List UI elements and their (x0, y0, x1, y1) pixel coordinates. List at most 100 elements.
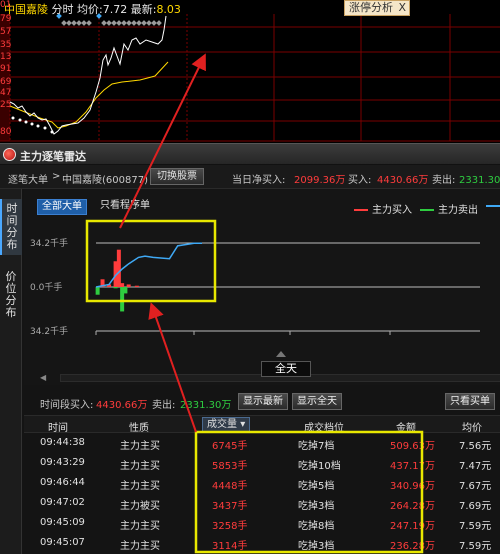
period-sell-value: 2331.30万 (180, 400, 232, 411)
switch-stock-button[interactable]: 切换股票 (150, 168, 204, 185)
col-avg-price[interactable]: 均价 (462, 419, 482, 434)
cell-avg: 7.59元 (459, 541, 492, 552)
period-stats: 时间段买入: 4430.66万 卖出: 2331.30万 显示最新 显示全天 只… (24, 393, 500, 413)
cell-level: 吃掉8档 (298, 521, 335, 532)
table-row[interactable]: 09:47:02 主力被买 3437手 吃掉3档 264.28万 7.69元 (24, 493, 500, 513)
table-row[interactable]: 09:45:07 主力主买 3114手 吃掉3档 236.28万 7.59元 (24, 533, 500, 553)
cell-level: 吃掉3档 (298, 501, 335, 512)
radar-window: 主力逐笔雷达 逐笔大单 > 中国嘉陵(600877) 切换股票 当日净买入: 2… (0, 143, 500, 554)
cell-volume: 5853手 (212, 461, 248, 472)
period-buy-label: 时间段买入: (40, 400, 94, 411)
sort-down-icon: ▾ (240, 419, 246, 430)
y-tick-label: 0.0千手 (30, 281, 62, 293)
cell-volume: 3114手 (212, 541, 248, 552)
cell-time: 09:47:02 (40, 497, 85, 508)
show-latest-button[interactable]: 显示最新 (238, 393, 288, 410)
all-day-button[interactable]: 全天 (261, 361, 311, 377)
legend-cumulative (486, 201, 500, 212)
buy-bar (120, 283, 125, 287)
legend-swatch-cumulative (486, 205, 500, 207)
buy-label: 买入: (348, 175, 372, 186)
scroll-left-icon[interactable]: ◀ (40, 374, 54, 382)
net-buy-label: 当日净买入: (232, 175, 286, 186)
y-tick-label: 57 (0, 27, 12, 37)
table-header: 时间 性质 成交量 ▾ 成交档位 金额 均价 (24, 415, 500, 434)
sell-label: 卖出: (432, 175, 456, 186)
cell-avg: 7.59元 (459, 521, 492, 532)
net-buy-value: 2099.36万 (294, 175, 346, 186)
avg-value: 7.72 (102, 3, 128, 16)
table-row[interactable]: 09:43:29 主力主买 5853手 吃掉10档 437.17万 7.47元 (24, 453, 500, 473)
col-level[interactable]: 成交档位 (304, 419, 344, 434)
col-volume-label: 成交量 (207, 419, 237, 430)
cell-time: 09:45:07 (40, 537, 85, 548)
breadcrumb-separator: > (52, 171, 61, 182)
cell-type: 主力主买 (120, 481, 160, 492)
limit-up-label: 涨停分析 (349, 1, 393, 14)
cell-time: 09:45:09 (40, 517, 85, 528)
tab-price-distribution[interactable]: 价位分布 (0, 267, 22, 323)
cell-amount: 509.63万 (390, 441, 435, 452)
cell-time: 09:43:29 (40, 457, 85, 468)
big-order-bar-chart: 34.2千手0.0千手34.2千手09:3010:3011:30(13:00)1… (30, 237, 480, 337)
cell-amount: 236.28万 (390, 541, 435, 552)
tab-all-big-orders[interactable]: 全部大单 (37, 199, 87, 215)
close-icon[interactable]: X (398, 1, 406, 15)
cell-avg: 7.67元 (459, 481, 492, 492)
cell-time: 09:44:38 (40, 437, 85, 448)
cell-amount: 340.96万 (390, 481, 435, 492)
sell-bar (113, 287, 118, 289)
cell-volume: 6745手 (212, 441, 248, 452)
avg-price-line (9, 61, 169, 129)
y-tick-label: 80 (0, 127, 12, 137)
col-amount[interactable]: 金额 (396, 419, 416, 434)
breadcrumb-big-orders[interactable]: 逐笔大单 (8, 171, 48, 186)
cell-type: 主力被买 (120, 501, 160, 512)
y-tick-label: 79 (0, 14, 12, 24)
radar-toolbar: 逐笔大单 > 中国嘉陵(600877) 切换股票 当日净买入: 2099.36万… (0, 165, 500, 189)
table-row[interactable]: 09:44:38 主力主买 6745手 吃掉7档 509.63万 7.56元 (24, 433, 500, 453)
cell-volume: 3437手 (212, 501, 248, 512)
col-type[interactable]: 性质 (129, 419, 149, 434)
intraday-chart-canvas (0, 13, 500, 142)
collapse-up-icon[interactable] (276, 351, 286, 357)
limit-up-analysis-box[interactable]: 涨停分析 X (344, 0, 410, 16)
last-value: 8.03 (156, 3, 181, 16)
col-volume[interactable]: 成交量 ▾ (202, 417, 251, 432)
buy-only-button[interactable]: 只看买单 (445, 393, 495, 410)
legend-label-buy: 主力买入 (372, 205, 412, 216)
tab-program-orders[interactable]: 只看程序单 (96, 199, 154, 215)
show-all-day-button[interactable]: 显示全天 (292, 393, 342, 410)
intraday-chart: 中国嘉陵 分时 均价:7.72 最新:8.03 01 79 57 35 13 91 69 47… (0, 0, 500, 143)
legend-swatch-sell (420, 209, 434, 211)
cell-time: 09:46:44 (40, 477, 85, 488)
big-order-table: 09:44:38 主力主买 6745手 吃掉7档 509.63万 7.56元 09:43:2… (24, 433, 500, 554)
y-tick-label: 69 (0, 77, 12, 87)
cell-volume: 3258手 (212, 521, 248, 532)
y-tick-label: 34.2千手 (30, 237, 68, 249)
cell-level: 吃掉5档 (298, 481, 335, 492)
table-row[interactable]: 09:45:09 主力主买 3258手 吃掉8档 247.19万 7.59元 (24, 513, 500, 533)
tab-time-distribution[interactable]: 时间分布 (0, 199, 22, 255)
y-tick-label: 25 (0, 100, 12, 110)
y-tick-label: 34.2千手 (30, 325, 68, 337)
radar-logo-icon (3, 148, 16, 161)
radar-titlebar: 主力逐笔雷达 (0, 143, 500, 165)
cell-type: 主力主买 (120, 461, 160, 472)
cell-level: 吃掉7档 (298, 441, 335, 452)
y-tick-label: 91 (0, 64, 12, 74)
cell-level: 吃掉10档 (298, 461, 341, 472)
y-tick-label: 13 (0, 52, 12, 62)
period-buy-value: 4430.66万 (96, 400, 148, 411)
cumulative-net-line (95, 242, 202, 288)
table-row[interactable]: 09:46:44 主力主买 4448手 吃掉5档 340.96万 7.67元 (24, 473, 500, 493)
legend-main-buy: 主力买入 (354, 201, 412, 216)
cell-avg: 7.69元 (459, 501, 492, 512)
cell-level: 吃掉3档 (298, 541, 335, 552)
cell-amount: 264.28万 (390, 501, 435, 512)
col-time[interactable]: 时间 (48, 419, 68, 434)
y-tick-label: 35 (0, 40, 12, 50)
cell-type: 主力主买 (120, 541, 160, 552)
buy-bar (116, 249, 121, 287)
vertical-tabs: 时间分布 价位分布 (0, 189, 22, 554)
